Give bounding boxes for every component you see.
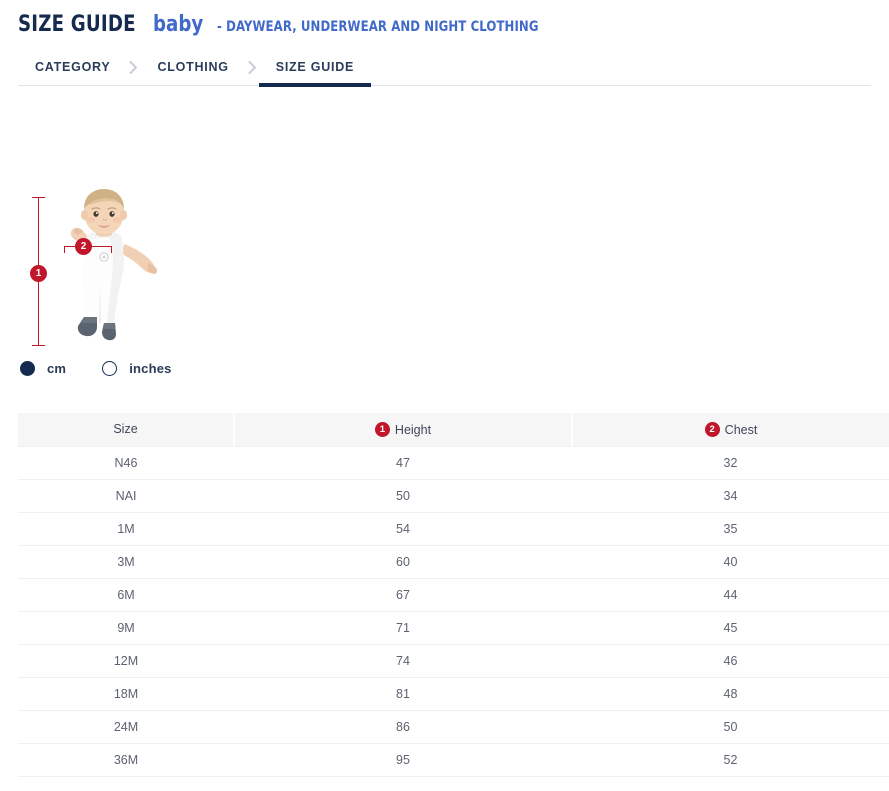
cell-chest: 50	[572, 710, 889, 743]
cell-size: 24M	[18, 710, 234, 743]
cell-size: N46	[18, 446, 234, 479]
cell-size: 6M	[18, 578, 234, 611]
cell-chest: 52	[572, 743, 889, 776]
radio-inches-label: inches	[129, 361, 171, 376]
radio-cm-label: cm	[47, 361, 66, 376]
cell-height: 86	[234, 710, 572, 743]
table-row[interactable]: 3M 60 40	[18, 545, 889, 578]
cell-chest: 32	[572, 446, 889, 479]
cell-height: 47	[234, 446, 572, 479]
height-marker-badge: 1	[30, 265, 47, 282]
cell-chest: 44	[572, 578, 889, 611]
height-line-cap-bottom	[32, 345, 45, 346]
cell-height: 50	[234, 479, 572, 512]
chest-line-tick-left	[64, 246, 65, 253]
radio-inches-input[interactable]	[102, 361, 117, 376]
cell-height: 74	[234, 644, 572, 677]
table-row[interactable]: N46 47 32	[18, 446, 889, 479]
cell-chest: 35	[572, 512, 889, 545]
cell-height: 95	[234, 743, 572, 776]
tab-size-guide[interactable]: SIZE GUIDE	[259, 48, 371, 86]
table-row[interactable]: 6M 67 44	[18, 578, 889, 611]
unit-selector: cm inches	[20, 358, 172, 378]
column-header-chest-label: Chest	[725, 424, 758, 437]
height-line-cap-top	[32, 197, 45, 198]
size-table-body: N46 47 32 NAI 50 34 1M 54 35 3M 60 40 6M	[18, 446, 889, 776]
cell-size: 9M	[18, 611, 234, 644]
table-row[interactable]: 9M 71 45	[18, 611, 889, 644]
cell-chest: 46	[572, 644, 889, 677]
size-table-header: Size 1 Height 2 Chest	[18, 413, 889, 446]
height-badge-icon: 1	[375, 422, 390, 437]
tab-clothing[interactable]: CLOTHING	[140, 48, 245, 86]
table-header-row: Size 1 Height 2 Chest	[18, 413, 889, 446]
chest-marker-badge: 2	[75, 238, 92, 255]
cell-chest: 34	[572, 479, 889, 512]
column-header-size[interactable]: Size	[18, 413, 234, 446]
table-row[interactable]: NAI 50 34	[18, 479, 889, 512]
cell-size: 3M	[18, 545, 234, 578]
chevron-right-icon	[246, 48, 259, 86]
cell-size: NAI	[18, 479, 234, 512]
chest-line-tick-right	[111, 246, 112, 253]
page-title-subtitle: - DAYWEAR, UNDERWEAR AND NIGHT CLOTHING	[217, 19, 539, 35]
cell-size: 36M	[18, 743, 234, 776]
radio-option-inches[interactable]: inches	[102, 361, 171, 376]
cell-chest: 45	[572, 611, 889, 644]
chevron-right-icon	[127, 48, 140, 86]
cell-chest: 48	[572, 677, 889, 710]
cell-height: 54	[234, 512, 572, 545]
table-row[interactable]: 12M 74 46	[18, 644, 889, 677]
page-title: SIZE GUIDE baby - DAYWEAR, UNDERWEAR AND…	[18, 12, 574, 37]
table-row[interactable]: 1M 54 35	[18, 512, 889, 545]
baby-illustration	[48, 187, 158, 347]
cell-height: 60	[234, 545, 572, 578]
chest-badge-icon: 2	[705, 422, 720, 437]
cell-size: 1M	[18, 512, 234, 545]
cell-height: 67	[234, 578, 572, 611]
radio-cm-input[interactable]	[20, 361, 35, 376]
page-title-main: SIZE GUIDE	[18, 12, 136, 37]
page-title-accent: baby	[153, 12, 203, 37]
column-header-chest[interactable]: 2 Chest	[572, 413, 889, 446]
table-row[interactable]: 36M 95 52	[18, 743, 889, 776]
column-header-height[interactable]: 1 Height	[234, 413, 572, 446]
cell-chest: 40	[572, 545, 889, 578]
cell-size: 12M	[18, 644, 234, 677]
column-header-size-label: Size	[113, 423, 137, 436]
size-table: Size 1 Height 2 Chest	[18, 413, 889, 777]
cell-size: 18M	[18, 677, 234, 710]
tab-category[interactable]: CATEGORY	[18, 48, 127, 86]
cell-height: 71	[234, 611, 572, 644]
breadcrumb: CATEGORY CLOTHING SIZE GUIDE	[18, 48, 871, 86]
radio-option-cm[interactable]: cm	[20, 361, 66, 376]
size-guide-page: SIZE GUIDE baby - DAYWEAR, UNDERWEAR AND…	[0, 0, 889, 791]
table-row[interactable]: 24M 86 50	[18, 710, 889, 743]
table-row[interactable]: 18M 81 48	[18, 677, 889, 710]
measurement-figure: 1 2	[18, 185, 198, 355]
cell-height: 81	[234, 677, 572, 710]
column-header-height-label: Height	[395, 424, 431, 437]
